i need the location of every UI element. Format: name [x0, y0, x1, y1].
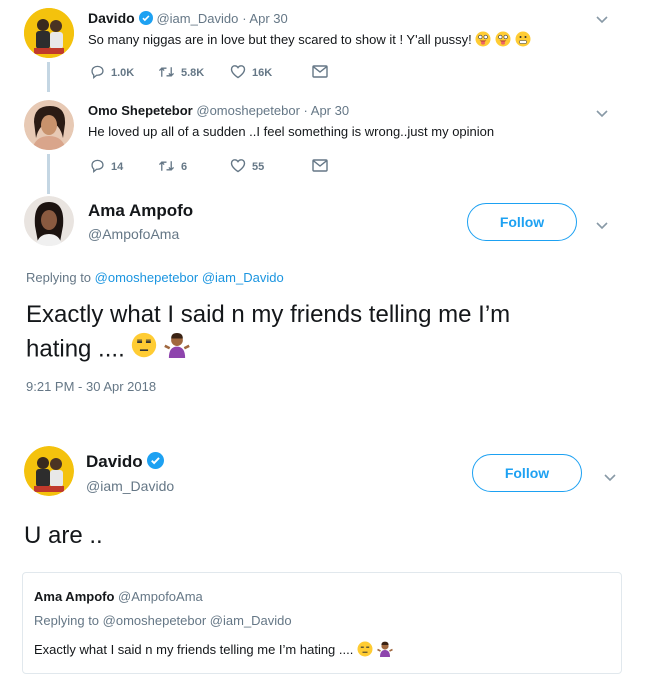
author-name[interactable]: Davido — [88, 10, 135, 26]
quoted-tweet-header: Ama Ampofo @AmpofoAma — [34, 589, 203, 604]
follow-button[interactable]: Follow — [472, 454, 582, 492]
envelope-icon — [312, 65, 328, 81]
author-handle[interactable]: @omoshepetebor — [196, 103, 300, 118]
avatar[interactable] — [24, 8, 74, 58]
reply-button[interactable]: 1.0K — [90, 64, 158, 82]
reply-count: 14 — [111, 161, 124, 173]
chevron-down-icon[interactable] — [596, 106, 608, 121]
quoted-tweet-text: Exactly what I said n my friends telling… — [34, 641, 393, 660]
tongue-face-emoji — [495, 31, 511, 50]
person-shrugging-emoji — [164, 332, 190, 368]
author-name-text: Ama Ampofo — [88, 201, 194, 220]
unamused-face-emoji — [357, 641, 373, 660]
tweet-actions: 1.0K 5.8K 16K — [90, 64, 328, 82]
tweet-text: U are .. — [24, 522, 103, 549]
like-button[interactable]: 55 — [230, 158, 312, 176]
follow-button[interactable]: Follow — [467, 203, 577, 241]
tweet-text: He loved up all of a sudden ..I feel som… — [88, 124, 495, 139]
replying-prefix: Replying to — [26, 270, 92, 285]
chevron-down-icon[interactable] — [596, 218, 608, 233]
grimace-face-emoji — [515, 31, 531, 50]
tweet-text-content: hating .... — [26, 335, 125, 363]
author-name[interactable]: Davido — [86, 452, 165, 474]
retweet-count: 6 — [181, 161, 188, 173]
tweet-text: So many niggas are in love but they scar… — [88, 31, 531, 50]
tweet-date[interactable]: · Apr 30 — [304, 103, 350, 118]
author-handle[interactable]: @iam_Davido — [86, 478, 174, 494]
envelope-icon — [312, 159, 328, 175]
author-name-text: Davido — [86, 452, 143, 471]
tweet-date[interactable]: · Apr 30 — [242, 11, 288, 26]
retweet-count: 5.8K — [181, 67, 205, 79]
quoted-replying-to: Replying to @omoshepetebor @iam_Davido — [34, 613, 292, 628]
retweet-button[interactable]: 5.8K — [158, 64, 230, 82]
tweet-header: Davido @iam_Davido · Apr 30 — [88, 10, 288, 28]
reply-count: 1.0K — [111, 67, 135, 79]
author-name[interactable]: Ama Ampofo — [88, 201, 193, 221]
reply-icon — [90, 64, 105, 82]
heart-icon — [230, 64, 246, 82]
unamused-face-emoji — [131, 332, 157, 368]
tweet-actions: 14 6 55 — [90, 158, 328, 176]
person-shrugging-emoji — [376, 641, 393, 660]
chevron-down-icon[interactable] — [596, 12, 608, 27]
tweet-text-line: Exactly what I said n my friends telling… — [26, 301, 511, 328]
tweet-text: Exactly what I said n my friends telling… — [26, 298, 510, 368]
quoted-tweet[interactable]: Ama Ampofo @AmpofoAma Replying to @omosh… — [22, 572, 622, 674]
reply-button[interactable]: 14 — [90, 158, 158, 176]
avatar[interactable] — [24, 100, 74, 150]
mention-link[interactable]: @iam_Davido — [202, 270, 284, 285]
mention-link[interactable]: @omoshepetebor — [95, 270, 199, 285]
message-button[interactable] — [312, 158, 328, 176]
like-count: 16K — [252, 67, 273, 79]
verified-icon — [147, 452, 165, 474]
thread-line — [47, 154, 50, 194]
author-name[interactable]: Omo Shepetebor — [88, 103, 193, 118]
quoted-author-name: Ama Ampofo — [34, 589, 115, 604]
tweet-text-content: So many niggas are in love but they scar… — [88, 31, 472, 47]
retweet-icon — [158, 65, 175, 82]
author-handle[interactable]: @AmpofoAma — [88, 226, 179, 242]
tweet-text-line: hating .... — [26, 332, 510, 368]
tweet-timestamp[interactable]: 9:21 PM - 30 Apr 2018 — [26, 379, 156, 394]
like-button[interactable]: 16K — [230, 64, 312, 82]
replying-to: Replying to @omoshepetebor @iam_Davido — [26, 270, 284, 285]
reply-icon — [90, 158, 105, 176]
message-button[interactable] — [312, 64, 328, 82]
avatar[interactable] — [24, 446, 74, 496]
quoted-author-handle: @AmpofoAma — [118, 589, 203, 604]
retweet-button[interactable]: 6 — [158, 158, 230, 176]
thread-line — [47, 62, 50, 92]
heart-icon — [230, 158, 246, 176]
verified-icon — [138, 11, 153, 28]
tongue-face-emoji — [475, 31, 491, 50]
avatar[interactable] — [24, 196, 74, 246]
quoted-text-content: Exactly what I said n my friends telling… — [34, 641, 354, 657]
tweet-header: Omo Shepetebor @omoshepetebor · Apr 30 — [88, 103, 349, 118]
chevron-down-icon[interactable] — [604, 470, 616, 485]
author-handle[interactable]: @iam_Davido — [156, 11, 238, 26]
retweet-icon — [158, 159, 175, 176]
like-count: 55 — [252, 161, 265, 173]
